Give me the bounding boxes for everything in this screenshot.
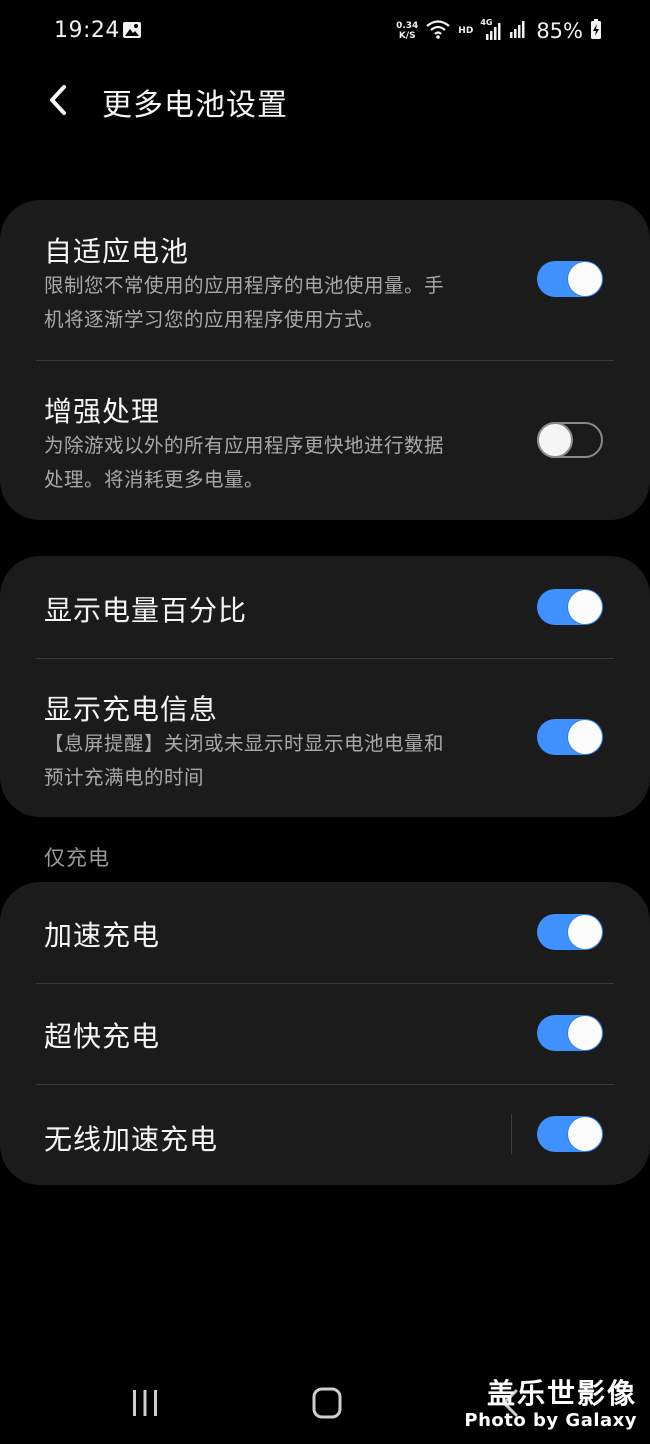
toggle-knob	[568, 262, 602, 296]
signal-icon-2	[509, 18, 527, 44]
home-icon[interactable]	[311, 1386, 343, 1420]
setting-description: 为除游戏以外的所有应用程序更快地进行数据 处理。将消耗更多电量。	[44, 429, 494, 497]
show-charging-info-toggle[interactable]	[537, 719, 603, 755]
super-fast-charging-toggle[interactable]	[537, 1015, 603, 1051]
net-speed-unit: K/S	[398, 31, 416, 41]
setting-row-show-charging-info[interactable]: 显示充电信息 【息屏提醒】关闭或未显示时显示电池电量和 预计充满电的时间	[0, 658, 650, 817]
watermark-en: Photo by Galaxy	[464, 1410, 637, 1431]
section-label-charging-only: 仅充电	[44, 846, 110, 870]
setting-title: 加速充电	[44, 919, 161, 952]
fast-wireless-charging-toggle[interactable]	[537, 1116, 603, 1152]
setting-title: 无线加速充电	[44, 1123, 219, 1156]
setting-row-show-battery-percentage[interactable]: 显示电量百分比	[0, 556, 650, 658]
page-title: 更多电池设置	[102, 88, 288, 123]
toggle-knob	[568, 1117, 602, 1151]
setting-row-enhanced-processing[interactable]: 增强处理 为除游戏以外的所有应用程序更快地进行数据 处理。将消耗更多电量。	[0, 360, 650, 520]
setting-title: 自适应电池	[44, 235, 190, 268]
watermark-cn: 盖乐世影像	[486, 1377, 637, 1410]
battery-charging-icon	[590, 18, 602, 44]
setting-row-fast-charging[interactable]: 加速充电	[0, 882, 650, 983]
setting-title: 显示充电信息	[44, 693, 219, 726]
status-icons: 0.34 K/S HD 4G 85%	[396, 16, 602, 46]
setting-row-super-fast-charging[interactable]: 超快充电	[0, 983, 650, 1084]
net-speed-value: 0.34	[396, 21, 419, 31]
setting-description-line: 机将逐渐学习您的应用程序使用方式。	[44, 308, 385, 331]
setting-description-line: 【息屏提醒】关闭或未显示时显示电池电量和	[44, 732, 445, 755]
toggle-knob	[568, 915, 602, 949]
recents-icon[interactable]	[130, 1388, 160, 1418]
setting-description-line: 为除游戏以外的所有应用程序更快地进行数据	[44, 434, 445, 457]
fast-charging-toggle[interactable]	[537, 914, 603, 950]
setting-description: 【息屏提醒】关闭或未显示时显示电池电量和 预计充满电的时间	[44, 727, 494, 795]
enhanced-processing-toggle[interactable]	[537, 422, 603, 458]
battery-percent: 85%	[536, 19, 583, 43]
setting-row-fast-wireless-charging[interactable]: 无线加速充电	[0, 1084, 650, 1185]
setting-description-line: 限制您不常使用的应用程序的电池使用量。手	[44, 274, 445, 297]
vertical-separator	[511, 1114, 512, 1154]
settings-card-battery: 自适应电池 限制您不常使用的应用程序的电池使用量。手 机将逐渐学习您的应用程序使…	[0, 200, 650, 520]
setting-title: 超快充电	[44, 1020, 161, 1053]
status-time: 19:24	[54, 18, 120, 43]
toggle-knob	[568, 1016, 602, 1050]
signal-icon: 4G	[480, 18, 502, 42]
hd-label: HD	[458, 26, 474, 36]
show-percentage-toggle[interactable]	[537, 589, 603, 625]
setting-title: 增强处理	[44, 395, 161, 428]
image-notification-icon	[122, 21, 142, 39]
wifi-icon	[425, 18, 451, 44]
adaptive-battery-toggle[interactable]	[537, 261, 603, 297]
watermark: 盖乐世影像 Photo by Galaxy	[464, 1378, 637, 1432]
status-bar: 19:24 0.34 K/S HD 4G 85%	[0, 0, 650, 62]
net-speed: 0.34 K/S	[396, 21, 418, 41]
setting-description-line: 预计充满电的时间	[44, 766, 205, 789]
setting-row-adaptive-battery[interactable]: 自适应电池 限制您不常使用的应用程序的电池使用量。手 机将逐渐学习您的应用程序使…	[0, 200, 650, 360]
back-button[interactable]	[40, 80, 76, 120]
toggle-knob	[537, 422, 573, 458]
setting-title: 显示电量百分比	[44, 594, 248, 627]
toggle-knob	[568, 720, 602, 754]
chevron-left-icon	[50, 85, 66, 115]
settings-card-display: 显示电量百分比 显示充电信息 【息屏提醒】关闭或未显示时显示电池电量和 预计充满…	[0, 556, 650, 817]
settings-card-charging: 加速充电 超快充电 无线加速充电	[0, 882, 650, 1185]
setting-description-line: 处理。将消耗更多电量。	[44, 468, 265, 491]
setting-description: 限制您不常使用的应用程序的电池使用量。手 机将逐渐学习您的应用程序使用方式。	[44, 269, 494, 337]
toggle-knob	[568, 590, 602, 624]
app-header: 更多电池设置	[0, 62, 650, 142]
